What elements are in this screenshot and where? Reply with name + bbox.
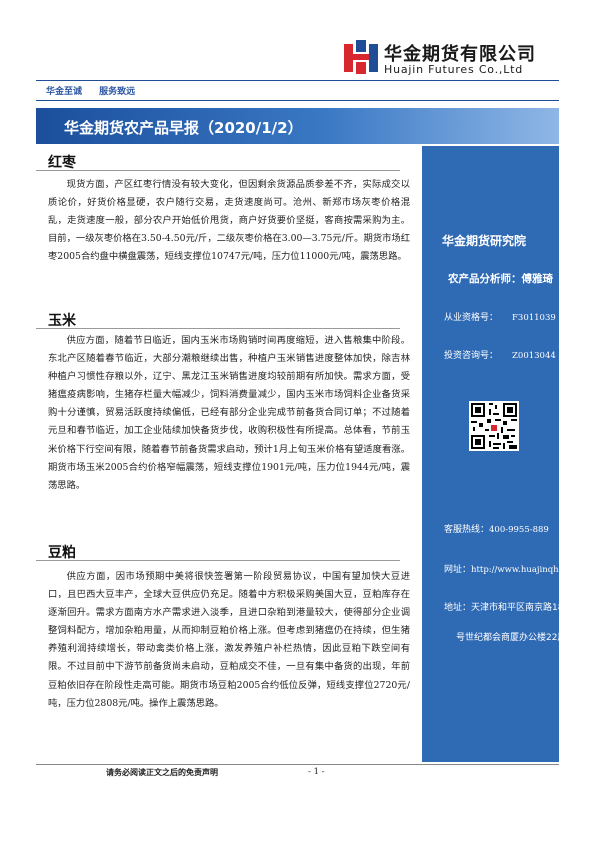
huajin-logo-icon — [344, 40, 378, 74]
license-label: 从业资格号： — [444, 313, 499, 323]
research-institute: 华金期货研究院 — [442, 234, 527, 248]
website-label: 网址： — [444, 565, 472, 575]
consult-value: Z0013044 — [512, 351, 556, 361]
footer-rule — [36, 764, 559, 765]
company-logo: 华金期货有限公司 Huajin Futures Co.,Ltd — [344, 40, 544, 80]
section-title: 豆粕 — [48, 545, 76, 561]
slogan-2: 服务致远 — [99, 87, 136, 97]
section-title: 玉米 — [48, 313, 76, 329]
slogan-1: 华金至诚 — [46, 87, 83, 97]
consult-label: 投资咨询号： — [444, 351, 499, 361]
slogan-rule — [36, 100, 559, 101]
section-body: 现货方面，产区红枣行情没有较大变化，但因剩余货源品质参差不齐，实际成交以质论价，… — [48, 179, 410, 263]
analyst-sidebar: 华金期货研究院 农产品分析师：傅雅琦 从业资格号： F3011039 投资咨询号：… — [422, 146, 582, 762]
analyst-name: 农产品分析师：傅雅琦 — [448, 273, 553, 285]
section-header: 豆粕 — [36, 540, 400, 561]
page-number: - 1 - — [308, 767, 325, 777]
slogan: 华金至诚 服务致远 — [46, 84, 149, 97]
license-value: F3011039 — [512, 313, 556, 323]
section-body: 供应方面，因市场预期中美将很快签署第一阶段贸易协议，中国有望加快大豆进口，且巴西… — [48, 571, 410, 709]
section-header: 玉米 — [36, 308, 400, 329]
website-row: 网址：http://www.huajinqh.com/ — [444, 562, 582, 575]
consult-row: 投资咨询号： Z0013044 — [444, 348, 556, 361]
footer-disclaimer: 请务必阅读正文之后的免责声明 — [106, 768, 218, 777]
hotline-value: 400-9955-889 — [489, 525, 549, 535]
title-banner: 华金期货农产品早报（2020/1/2） — [36, 108, 559, 144]
section-title: 红枣 — [48, 155, 76, 171]
hotline-label: 客服热线： — [444, 525, 490, 535]
address-line-2: 号世纪都会商厦办公楼22层 — [456, 633, 567, 643]
website-link[interactable]: http://www.huajinqh.com/ — [471, 565, 582, 575]
hotline-row: 客服热线：400-9955-889 — [444, 522, 549, 535]
company-name-en: Huajin Futures Co.,Ltd — [384, 63, 524, 76]
section-header: 红枣 — [36, 150, 400, 171]
header-rule — [36, 80, 559, 81]
report-title: 华金期货农产品早报（2020/1/2） — [64, 119, 303, 137]
qr-code-icon — [469, 401, 519, 451]
license-row: 从业资格号： F3011039 — [444, 310, 556, 323]
section-body: 供应方面，随着节日临近，国内玉米市场购销时间再度缩短，进入售粮集中阶段。东北产区… — [48, 335, 410, 491]
address-line-1: 地址：天津市和平区南京路183 — [444, 603, 570, 613]
